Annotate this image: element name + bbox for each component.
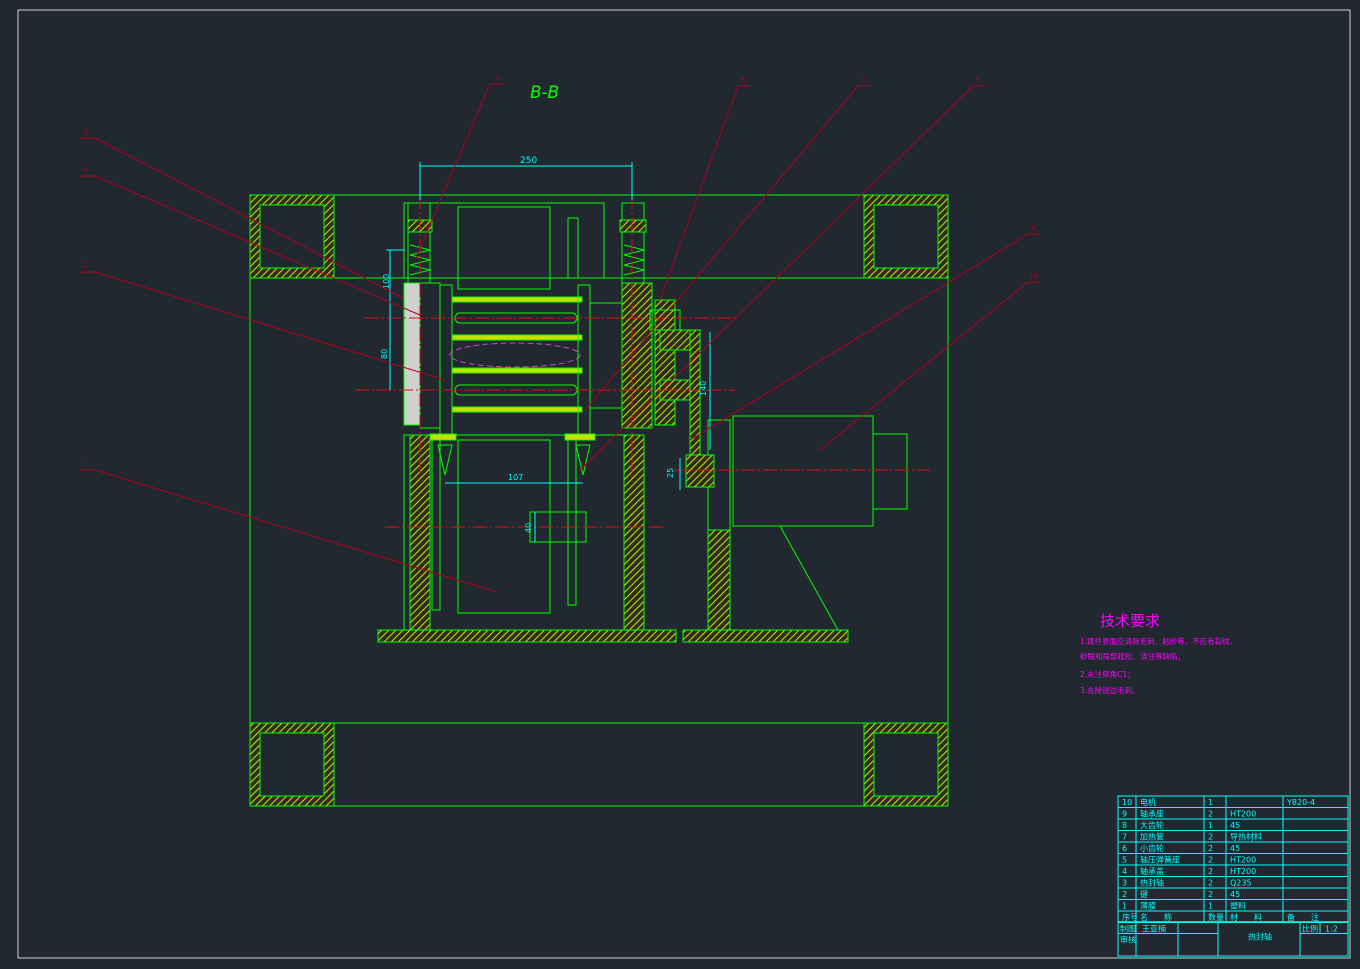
tech-line: 2.未注倒角C1； <box>1080 669 1135 679</box>
bom-cell-no: 2 <box>1122 890 1127 899</box>
leader-label: 10 <box>1029 272 1038 280</box>
bom-cell-no: 6 <box>1122 844 1127 853</box>
bom-header-note: 备 注 <box>1287 912 1319 922</box>
bom-cell-name: 热封轴 <box>1140 878 1164 888</box>
bom-cell-no: 5 <box>1122 856 1127 865</box>
bom-cell-material: 塑料 <box>1230 901 1246 911</box>
leader-lines: 3 4 2 1 5 6 7 8 9 10 <box>80 74 1040 593</box>
bom-cell-material: HT200 <box>1230 810 1256 819</box>
drawn-label: 制图 <box>1120 924 1136 934</box>
bom-cell-name: 轴压弹簧座 <box>1140 855 1180 865</box>
bom-cell-no: 7 <box>1122 833 1127 842</box>
bom-cell-qty: 2 <box>1208 890 1213 899</box>
bom-header-qty: 数量 <box>1208 912 1224 922</box>
bom-cell-qty: 2 <box>1208 833 1213 842</box>
bom-cell-qty: 2 <box>1208 867 1213 876</box>
cad-drawing: 250 100 80 140 107 40 25 3 4 2 1 5 6 7 8… <box>17 9 1351 959</box>
dim-140: 140 <box>699 381 708 396</box>
bom-cell-no: 9 <box>1122 810 1127 819</box>
tech-line: 3.去除锐边毛刺。 <box>1080 685 1140 695</box>
bom-cell-name: 小齿轮 <box>1140 843 1164 853</box>
dim-80: 80 <box>380 349 389 359</box>
bom-cell-name: 薄膜 <box>1140 901 1156 911</box>
leader-label: 9 <box>1031 224 1035 232</box>
bom-cell-qty: 1 <box>1208 821 1213 830</box>
bom-cell-qty: 1 <box>1208 798 1213 807</box>
leader-label: 5 <box>496 74 500 82</box>
dim-107: 107 <box>508 473 523 482</box>
leader-label: 8 <box>976 76 980 84</box>
bom-cell-no: 8 <box>1122 821 1127 830</box>
bom-cell-material: 45 <box>1230 844 1240 853</box>
tech-requirements: 技术要求 1.铸件表面应清除毛刺、粘砂等，不应有裂纹、 砂眼和局部疏松、浇注等缺… <box>1080 612 1237 695</box>
tech-line: 砂眼和局部疏松、浇注等缺陷。 <box>1080 651 1185 661</box>
bom-cell-qty: 1 <box>1208 902 1213 911</box>
bom-cell-name: 加热管 <box>1140 832 1164 842</box>
bom-cell-name: 轴承座 <box>1140 809 1164 819</box>
tech-requirements-title: 技术要求 <box>1100 612 1160 630</box>
bom-table: 10 电机 1 Y820-49 轴承座 2 HT2008 大齿轮 1 457 加热管 2 导热材料6 小齿… <box>1117 795 1349 957</box>
scale-value: 1:2 <box>1325 925 1338 934</box>
dim-25: 25 <box>666 468 675 478</box>
leader-label: 7 <box>861 76 865 84</box>
heat-seal-assembly <box>377 202 908 643</box>
bom-header-material: 材 料 <box>1230 912 1262 922</box>
drawn-by: 王亚楠 <box>1142 924 1166 934</box>
dim-100: 100 <box>382 274 391 289</box>
leader-label: 6 <box>741 76 746 84</box>
bom-cell-qty: 2 <box>1208 844 1213 853</box>
bom-cell-qty: 2 <box>1208 856 1213 865</box>
leader-label: 4 <box>83 166 88 174</box>
leader-label: 2 <box>83 262 87 270</box>
dim-40: 40 <box>524 523 533 533</box>
bom-cell-material: HT200 <box>1230 856 1256 865</box>
section-title: B-B <box>530 83 559 103</box>
bom-header-name: 名 称 <box>1140 912 1172 922</box>
bom-cell-qty: 2 <box>1208 879 1213 888</box>
bom-cell-no: 3 <box>1122 879 1127 888</box>
leader-label: 3 <box>83 128 87 136</box>
bom-cell-material: 45 <box>1230 890 1240 899</box>
bom-cell-no: 4 <box>1122 867 1127 876</box>
bom-cell-qty: 2 <box>1208 810 1213 819</box>
tech-line: 1.铸件表面应清除毛刺、粘砂等，不应有裂纹、 <box>1080 636 1237 646</box>
leader-label: 1 <box>83 460 87 468</box>
bom-cell-material: 45 <box>1230 821 1240 830</box>
bom-cell-name: 键 <box>1140 889 1148 899</box>
bom-cell-name: 轴承盖 <box>1140 866 1164 876</box>
bom-cell-material: Q235 <box>1230 879 1252 888</box>
bom-cell-material: HT200 <box>1230 867 1256 876</box>
bom-cell-name: 电机 <box>1140 797 1156 807</box>
drawing-title: 热封轴 <box>1248 932 1272 942</box>
motor <box>732 415 874 527</box>
bom-cell-no: 1 <box>1122 902 1127 911</box>
dim-250: 250 <box>520 156 537 166</box>
bom-cell-material: 导热材料 <box>1230 832 1262 842</box>
scale-label: 比例 <box>1302 924 1318 934</box>
check-label: 审核 <box>1120 935 1136 945</box>
bom-cell-name: 大齿轮 <box>1140 820 1164 830</box>
bom-cell-no: 10 <box>1122 798 1132 807</box>
bom-cell-note: Y820-4 <box>1286 798 1315 807</box>
